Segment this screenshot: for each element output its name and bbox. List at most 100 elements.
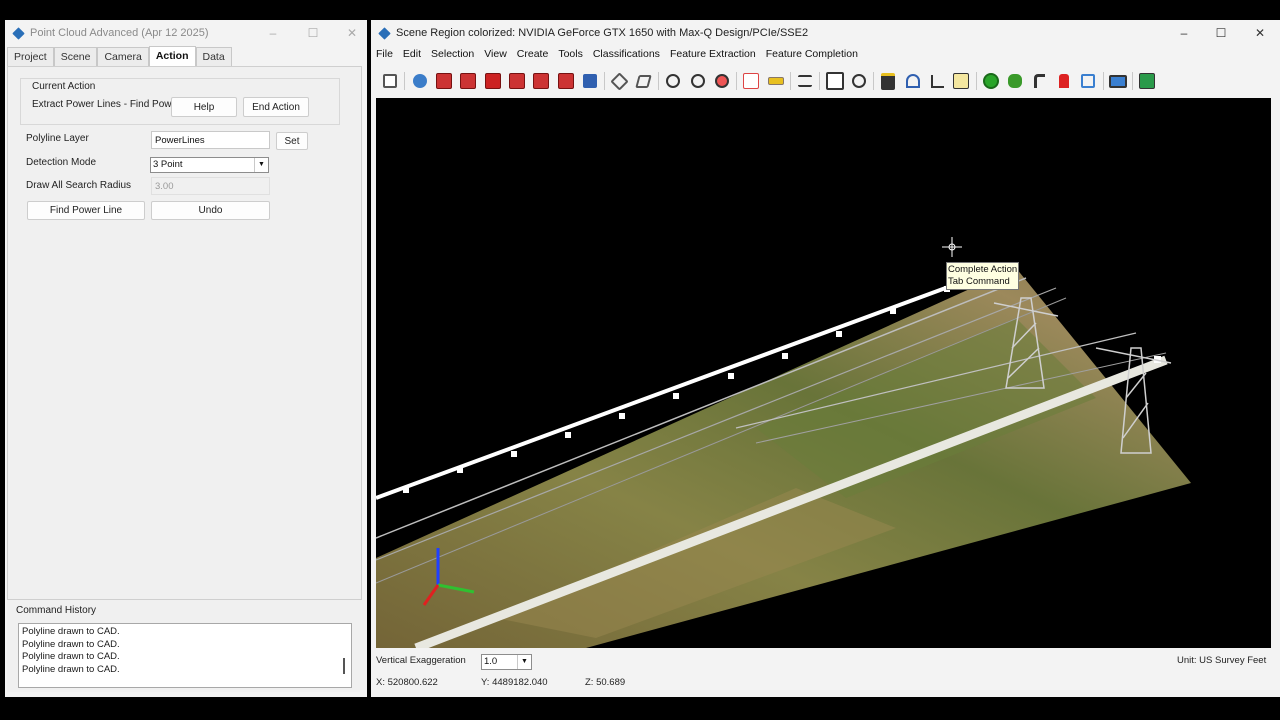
layers-icon[interactable] <box>796 72 814 90</box>
find-icon[interactable] <box>825 72 844 90</box>
zoom-extents-icon[interactable] <box>689 72 707 90</box>
rotate-icon[interactable] <box>610 71 629 91</box>
exit-icon[interactable] <box>1138 72 1156 90</box>
scene-titlebar: Scene Region colorized: NVIDIA GeForce G… <box>371 20 1280 46</box>
app-logo-icon <box>12 26 25 40</box>
view-cube-top-icon[interactable] <box>484 72 502 90</box>
current-action-name: Extract Power Lines - Find Power <box>32 99 181 110</box>
left-tabs: Project Scene Camera Action Data <box>7 46 232 68</box>
command-history-list[interactable]: Polyline drawn to CAD. Polyline drawn to… <box>18 623 352 688</box>
main-toolbar <box>378 66 1159 96</box>
menu-create[interactable]: Create <box>512 48 554 60</box>
menu-tools[interactable]: Tools <box>553 48 588 60</box>
minimize-icon[interactable]: – <box>255 20 291 46</box>
view-cube-back-icon[interactable] <box>508 72 526 90</box>
menu-bar: File Edit Selection View Create Tools Cl… <box>371 46 863 62</box>
view-cube-right-icon[interactable] <box>557 72 575 90</box>
toolbar-divider <box>604 72 606 90</box>
view-cube-side-icon[interactable] <box>459 72 477 90</box>
menu-selection[interactable]: Selection <box>426 48 479 60</box>
toolbar-divider <box>1131 72 1133 90</box>
vertical-exaggeration-label: Vertical Exaggeration <box>376 655 466 666</box>
history-scrollbar[interactable] <box>343 658 345 674</box>
close-icon[interactable]: ✕ <box>334 20 370 46</box>
vertical-exaggeration-value: 1.0 <box>484 656 498 667</box>
toolbar-divider <box>404 72 406 90</box>
monitor-icon[interactable] <box>1108 72 1127 90</box>
toolbar-divider <box>736 72 738 90</box>
end-action-button[interactable]: End Action <box>243 97 309 117</box>
pdf-icon[interactable] <box>742 72 760 90</box>
command-history-panel: Command History Polyline drawn to CAD. P… <box>7 600 360 692</box>
edit-chart-icon[interactable] <box>952 72 970 90</box>
bulldozer-icon[interactable] <box>879 72 897 90</box>
vertical-exaggeration-select[interactable]: 1.0 ▼ <box>481 654 532 670</box>
search-radius-label: Draw All Search Radius <box>26 180 132 191</box>
menu-feature-completion[interactable]: Feature Completion <box>761 48 863 60</box>
history-entry: Polyline drawn to CAD. <box>22 663 120 675</box>
hydrant-icon[interactable] <box>1055 72 1073 90</box>
left-titlebar: Point Cloud Advanced (Apr 12 2025) – ☐ ✕ <box>5 20 367 46</box>
detection-mode-select[interactable]: 3 Point ▼ <box>150 157 269 173</box>
set-layer-button[interactable]: Set <box>276 132 308 150</box>
green-circle-icon[interactable] <box>982 72 1000 90</box>
pole-icon[interactable] <box>1031 72 1049 90</box>
menu-view[interactable]: View <box>479 48 512 60</box>
detection-mode-value: 3 Point <box>153 159 183 170</box>
tab-scene[interactable]: Scene <box>53 47 98 67</box>
measure-icon[interactable] <box>767 72 785 90</box>
inspect-icon[interactable] <box>850 72 868 90</box>
polyline-layer-label: Polyline Layer <box>26 133 89 144</box>
tooltip-line2: Tab Command <box>948 276 1010 287</box>
toolbar-divider <box>1102 72 1104 90</box>
find-power-line-button[interactable]: Find Power Line <box>27 201 145 220</box>
tree-icon[interactable] <box>1006 72 1024 90</box>
refresh-icon[interactable] <box>411 72 429 90</box>
tab-camera[interactable]: Camera <box>97 47 149 67</box>
tab-project[interactable]: Project <box>7 47 54 67</box>
tab-action[interactable]: Action <box>148 46 196 68</box>
menu-classifications[interactable]: Classifications <box>588 48 665 60</box>
crosshair-cursor-icon <box>942 237 962 257</box>
menu-edit[interactable]: Edit <box>398 48 426 60</box>
complete-action-tooltip: Complete Action Tab Command <box>946 262 1020 290</box>
maximize-icon[interactable]: ☐ <box>1203 20 1239 46</box>
command-history-label: Command History <box>16 605 97 616</box>
history-entry: Polyline drawn to CAD. <box>22 626 120 637</box>
point-cloud-viewport[interactable] <box>376 98 1271 648</box>
chevron-down-icon: ▼ <box>517 655 531 669</box>
menu-feature-extraction[interactable]: Feature Extraction <box>665 48 761 60</box>
coord-y: Y: 4489182.040 <box>481 677 548 688</box>
toolbar-divider <box>658 72 660 90</box>
scene-window-title: Scene Region colorized: NVIDIA GeForce G… <box>396 27 809 39</box>
history-entry: Polyline drawn to CAD. <box>22 638 120 650</box>
left-window-title: Point Cloud Advanced (Apr 12 2025) <box>30 27 209 39</box>
polyline-layer-field[interactable]: PowerLines <box>151 131 270 149</box>
unit-label: Unit: US Survey Feet <box>1177 655 1267 666</box>
view-cube-front-icon[interactable] <box>435 72 453 90</box>
current-action-label: Current Action <box>32 81 96 92</box>
close-icon[interactable]: ✕ <box>1242 20 1278 46</box>
tab-data[interactable]: Data <box>195 47 232 67</box>
select-icon[interactable] <box>635 72 653 90</box>
layout-icon[interactable] <box>381 72 399 90</box>
toolbar-divider <box>790 72 791 90</box>
toolbar-divider <box>819 72 821 90</box>
person-icon[interactable] <box>581 72 599 90</box>
point-cloud-render <box>376 237 1191 648</box>
tunnel-icon[interactable] <box>904 72 922 90</box>
frame-icon[interactable] <box>1079 72 1097 90</box>
search-radius-field: 3.00 <box>151 177 270 195</box>
profile-chart-icon[interactable] <box>928 72 946 90</box>
minimize-icon[interactable]: – <box>1166 20 1202 46</box>
zoom-window-icon[interactable] <box>664 72 682 90</box>
toolbar-divider <box>873 72 875 90</box>
maximize-icon[interactable]: ☐ <box>295 20 331 46</box>
undo-button[interactable]: Undo <box>151 201 270 220</box>
zoom-out-icon[interactable] <box>713 72 731 90</box>
coord-x: X: 520800.622 <box>376 677 438 688</box>
view-cube-left-icon[interactable] <box>532 72 550 90</box>
help-button[interactable]: Help <box>171 97 237 117</box>
terrain-surface <box>376 268 1191 648</box>
menu-file[interactable]: File <box>371 48 398 60</box>
